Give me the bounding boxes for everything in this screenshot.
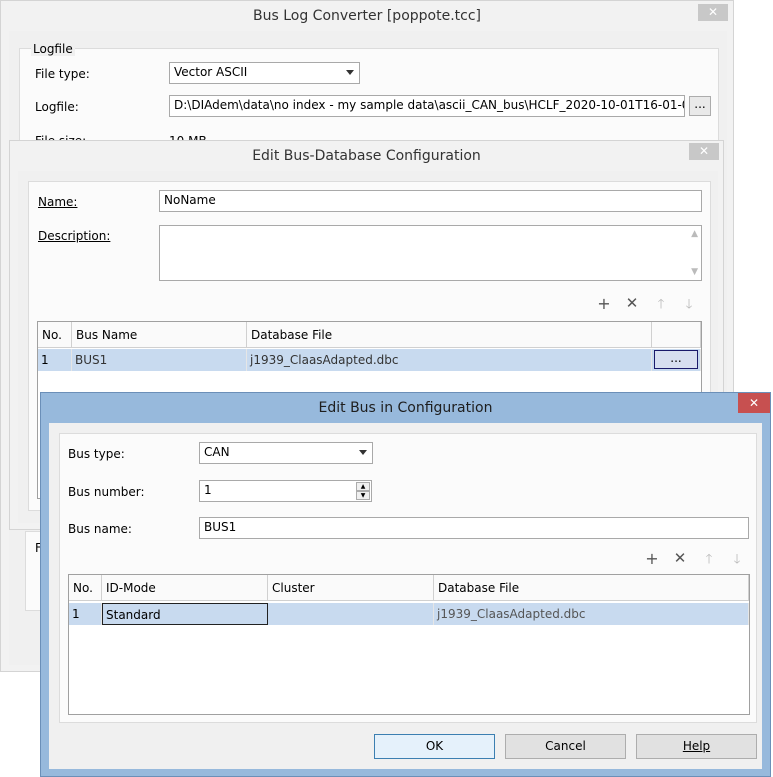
arrow-down-icon[interactable]: 🡓 <box>679 295 699 317</box>
col-header-database-file: Database File <box>434 575 749 601</box>
stepper-up-button[interactable]: ▲ <box>356 482 370 491</box>
col-header-database-file: Database File <box>247 322 652 348</box>
close-button[interactable]: ✕ <box>698 4 728 21</box>
description-label: Description: <box>38 229 111 243</box>
window-title: Edit Bus in Configuration <box>318 400 493 416</box>
logfile-label: Logfile: <box>35 100 79 114</box>
help-button-label: Help <box>682 739 711 753</box>
cell-no[interactable]: 1 <box>69 603 102 625</box>
window-title: Edit Bus-Database Configuration <box>252 148 481 164</box>
ok-button[interactable]: OK <box>374 734 495 759</box>
col-header-no: No. <box>38 322 72 348</box>
col-header-cluster: Cluster <box>268 575 434 601</box>
col-header-no: No. <box>69 575 102 601</box>
file-type-select[interactable]: Vector ASCII <box>169 62 360 84</box>
scroll-up-icon[interactable]: ▲ <box>691 229 698 239</box>
name-field[interactable]: NoName <box>159 190 702 212</box>
bus-number-value: 1 <box>204 483 212 497</box>
bus-name-label: Bus name: <box>68 522 132 536</box>
bus-type-select[interactable]: CAN <box>199 442 373 464</box>
cell-cluster[interactable] <box>268 603 434 625</box>
window-title: Bus Log Converter [poppote.tcc] <box>252 8 481 24</box>
name-value: NoName <box>164 193 216 207</box>
col-header-bus-name: Bus Name <box>72 322 247 348</box>
arrow-up-icon[interactable]: 🡑 <box>699 550 719 572</box>
close-icon: ✕ <box>748 396 760 410</box>
file-type-value: Vector ASCII <box>174 65 248 79</box>
logfile-group-label: Logfile <box>31 42 75 56</box>
close-button[interactable]: ✕ <box>689 143 719 160</box>
chevron-down-icon <box>346 70 354 75</box>
bus-type-label: Bus type: <box>68 447 125 461</box>
close-icon: ✕ <box>698 144 710 158</box>
database-browse-button[interactable]: ... <box>654 350 698 369</box>
bus-type-value: CAN <box>204 445 230 459</box>
cell-no[interactable]: 1 <box>38 349 72 371</box>
delete-icon[interactable]: ✕ <box>670 549 690 567</box>
window-body: Bus type: CAN Bus number: 1 ▲ ▼ Bus name… <box>49 423 762 769</box>
cell-bus-name[interactable]: BUS1 <box>72 349 247 371</box>
name-label: Name: <box>38 195 78 209</box>
edit-bus-window: Edit Bus in Configuration ✕ Bus type: CA… <box>40 392 771 777</box>
file-type-label: File type: <box>35 67 90 81</box>
col-header-action <box>652 322 701 348</box>
stepper-down-button[interactable]: ▼ <box>356 491 370 500</box>
logfile-path-value: D:\DIAdem\data\no index - my sample data… <box>174 98 684 112</box>
chevron-down-icon <box>359 450 367 455</box>
description-field[interactable]: ▲ ▼ <box>159 225 702 281</box>
ellipsis-icon: ... <box>694 97 706 111</box>
delete-icon[interactable]: ✕ <box>622 294 642 312</box>
add-icon[interactable]: + <box>594 294 614 313</box>
ellipsis-icon: ... <box>670 351 682 365</box>
bus-number-stepper[interactable]: 1 ▲ ▼ <box>199 480 372 502</box>
bus-number-label: Bus number: <box>68 485 145 499</box>
logfile-path-field[interactable]: D:\DIAdem\data\no index - my sample data… <box>169 95 685 117</box>
scroll-down-icon[interactable]: ▼ <box>691 267 698 277</box>
cancel-button[interactable]: Cancel <box>505 734 626 759</box>
cell-id-mode[interactable]: Standard <box>102 603 268 625</box>
browse-button[interactable]: ... <box>689 96 711 116</box>
bus-name-field[interactable]: BUS1 <box>199 517 749 539</box>
add-icon[interactable]: + <box>642 549 662 568</box>
arrow-down-icon[interactable]: 🡓 <box>727 550 747 572</box>
close-button[interactable]: ✕ <box>738 393 770 413</box>
close-icon: ✕ <box>707 5 719 19</box>
cell-database-file[interactable]: j1939_ClaasAdapted.dbc <box>247 349 652 371</box>
help-button[interactable]: Help <box>636 734 757 759</box>
cell-database-file[interactable]: j1939_ClaasAdapted.dbc <box>434 603 749 625</box>
cluster-grid: No. ID-Mode Cluster Database File 1 Stan… <box>68 574 750 715</box>
arrow-up-icon[interactable]: 🡑 <box>651 295 671 317</box>
col-header-id-mode: ID-Mode <box>102 575 268 601</box>
bus-name-value: BUS1 <box>204 520 237 534</box>
cell-action: ... <box>652 349 701 371</box>
